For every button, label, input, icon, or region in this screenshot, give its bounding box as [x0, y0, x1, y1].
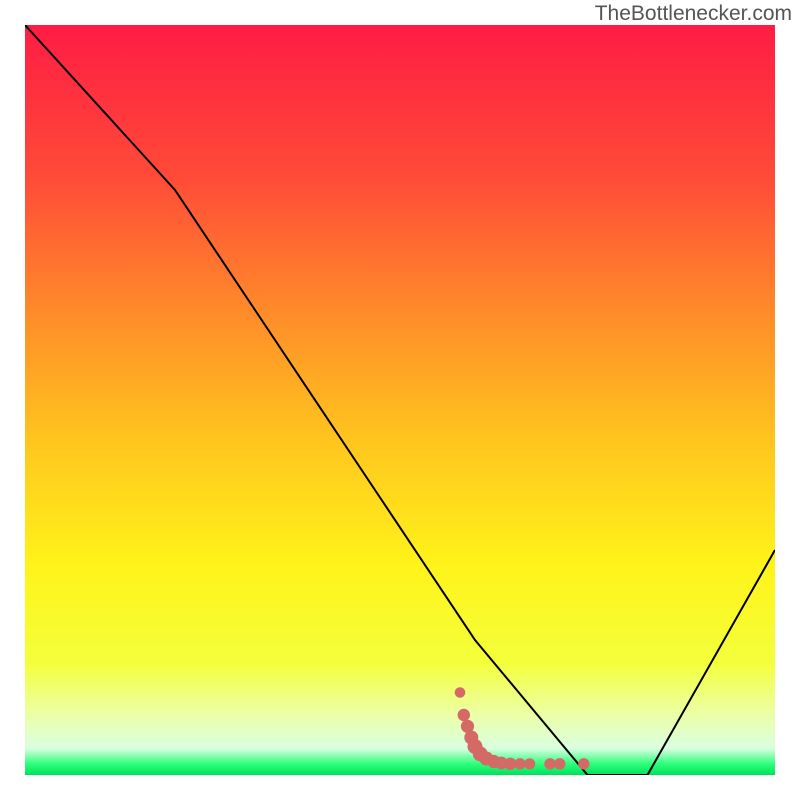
- data-dot: [524, 758, 535, 769]
- data-dot: [514, 758, 525, 769]
- chart-svg: [25, 25, 775, 775]
- data-dot: [458, 709, 470, 721]
- watermark-text: TheBottlenecker.com: [595, 2, 792, 26]
- data-dot: [455, 687, 466, 698]
- data-dot: [554, 758, 565, 769]
- data-dot: [578, 758, 589, 769]
- data-dot: [544, 758, 555, 769]
- bottleneck-chart: [25, 25, 775, 775]
- gradient-background: [25, 25, 775, 775]
